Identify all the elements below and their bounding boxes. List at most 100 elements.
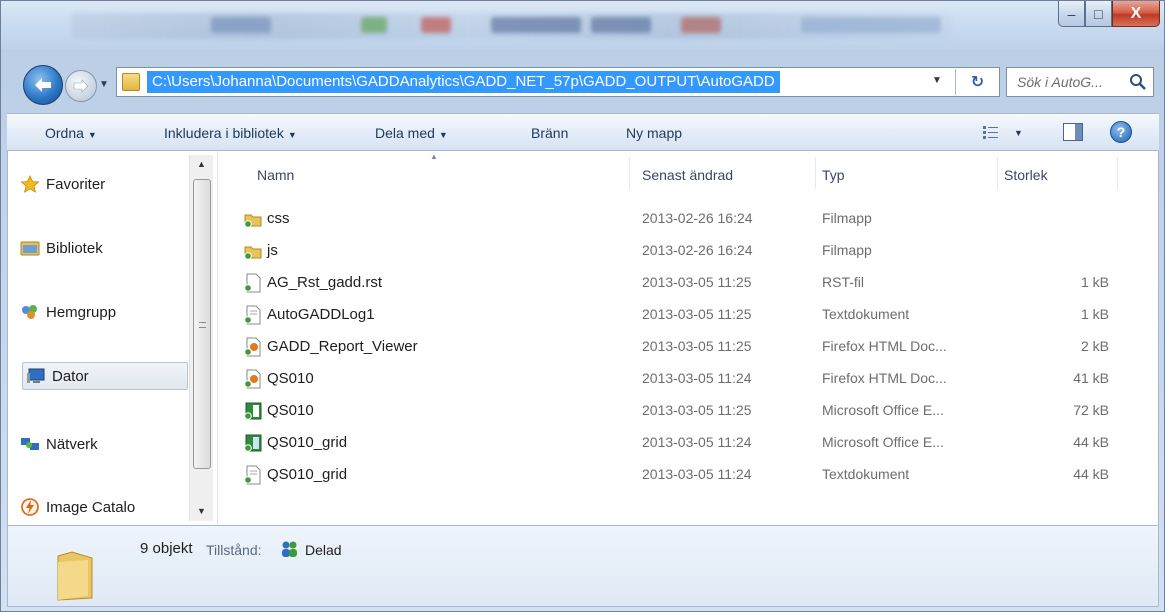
scroll-down-icon[interactable]: ▼ bbox=[192, 503, 211, 520]
file-type: RST-fil bbox=[822, 274, 864, 290]
file-type: Textdokument bbox=[822, 466, 910, 482]
file-type: Firefox HTML Doc... bbox=[822, 338, 947, 354]
file-row[interactable]: QS010 2013-03-05 11:24 Firefox HTML Doc.… bbox=[229, 363, 1129, 394]
column-divider[interactable] bbox=[1117, 157, 1118, 189]
file-type: Microsoft Office E... bbox=[822, 434, 944, 450]
close-button[interactable]: X bbox=[1112, 1, 1160, 27]
file-size: 44 kB bbox=[1073, 434, 1109, 450]
sidebar-item-image-catalog[interactable]: Image Catalo bbox=[20, 494, 135, 522]
command-bar: Ordna ▼ Inkludera i bibliotek ▼ Dela med ▼ … bbox=[7, 113, 1159, 151]
blurred-icon bbox=[591, 17, 651, 33]
forward-arrow-icon bbox=[73, 79, 89, 93]
image-catalog-icon bbox=[21, 498, 39, 516]
file-size: 1 kB bbox=[1080, 306, 1109, 322]
file-size: 44 kB bbox=[1073, 466, 1109, 482]
excel-file-icon bbox=[244, 402, 262, 420]
burn-button[interactable]: Bränn bbox=[531, 114, 568, 152]
network-icon bbox=[21, 438, 39, 450]
include-in-library-menu[interactable]: Inkludera i bibliotek ▼ bbox=[164, 114, 297, 152]
html-file-icon bbox=[244, 337, 261, 357]
file-type: Microsoft Office E... bbox=[822, 402, 944, 418]
explorer-window: – □ X ▼ C:\Users\Johanna\Documents\GADDA… bbox=[0, 0, 1165, 612]
scrollbar-thumb[interactable] bbox=[193, 179, 211, 469]
preview-pane-icon[interactable] bbox=[1063, 123, 1083, 141]
file-size bbox=[989, 203, 1109, 234]
file-modified: 2013-03-05 11:25 bbox=[642, 274, 752, 290]
sidebar-item-libraries[interactable]: Bibliotek bbox=[20, 235, 103, 263]
file-icon bbox=[244, 273, 261, 293]
file-name: css bbox=[267, 210, 290, 227]
file-modified: 2013-03-05 11:24 bbox=[642, 434, 752, 450]
column-header-type[interactable]: Typ bbox=[822, 159, 845, 191]
refresh-icon: ↻ bbox=[970, 74, 985, 91]
sidebar-scrollbar[interactable]: ▲ ▼ bbox=[189, 155, 213, 521]
address-dropdown-button[interactable]: ▼ bbox=[932, 75, 942, 86]
sidebar-item-favorites[interactable]: Favoriter bbox=[20, 171, 105, 199]
recent-pages-dropdown[interactable]: ▼ bbox=[99, 79, 109, 90]
organize-menu[interactable]: Ordna ▼ bbox=[45, 114, 97, 152]
file-type: Firefox HTML Doc... bbox=[822, 370, 947, 386]
refresh-button[interactable]: ↻ bbox=[955, 69, 999, 95]
file-modified: 2013-03-05 11:24 bbox=[642, 370, 752, 386]
file-name: QS010 bbox=[267, 402, 314, 419]
file-row[interactable]: AG_Rst_gadd.rst 2013-03-05 11:25 RST-fil… bbox=[229, 267, 1129, 298]
file-size: 2 kB bbox=[1080, 338, 1109, 354]
file-type: Filmapp bbox=[822, 210, 872, 226]
maximize-button[interactable]: □ bbox=[1085, 1, 1112, 27]
file-row[interactable]: QS010 2013-03-05 11:25 Microsoft Office … bbox=[229, 395, 1129, 426]
file-size: 1 kB bbox=[1080, 274, 1109, 290]
shared-users-icon bbox=[282, 541, 297, 557]
file-name: QS010 bbox=[267, 370, 314, 387]
chevron-down-icon: ▼ bbox=[438, 130, 448, 140]
share-with-menu[interactable]: Dela med ▼ bbox=[375, 114, 448, 152]
column-divider[interactable] bbox=[815, 157, 816, 189]
back-arrow-icon bbox=[35, 78, 51, 92]
sort-ascending-icon: ▲ bbox=[430, 152, 438, 161]
file-row[interactable]: GADD_Report_Viewer 2013-03-05 11:25 Fire… bbox=[229, 331, 1129, 362]
file-row[interactable]: AutoGADDLog1 2013-03-05 11:25 Textdokume… bbox=[229, 299, 1129, 330]
file-modified: 2013-03-05 11:24 bbox=[642, 466, 752, 482]
file-row[interactable]: QS010_grid 2013-03-05 11:24 Textdokument… bbox=[229, 459, 1129, 490]
file-row[interactable]: QS010_grid 2013-03-05 11:24 Microsoft Of… bbox=[229, 427, 1129, 458]
file-modified: 2013-03-05 11:25 bbox=[642, 338, 752, 354]
help-icon[interactable]: ? bbox=[1110, 121, 1132, 143]
column-header-modified[interactable]: Senast ändrad bbox=[642, 159, 733, 191]
forward-button[interactable] bbox=[65, 70, 97, 102]
title-bar[interactable]: – □ X bbox=[1, 1, 1164, 49]
view-options-dropdown[interactable]: ▼ bbox=[1014, 114, 1023, 152]
file-size: 41 kB bbox=[1073, 370, 1109, 386]
homegroup-icon bbox=[22, 305, 37, 319]
file-name: js bbox=[267, 242, 278, 259]
column-divider[interactable] bbox=[629, 157, 630, 189]
column-header-size[interactable]: Storlek bbox=[1004, 159, 1048, 191]
minimize-button[interactable]: – bbox=[1058, 1, 1085, 27]
view-options-icon[interactable] bbox=[982, 124, 1000, 140]
file-type: Filmapp bbox=[822, 242, 872, 258]
file-name: GADD_Report_Viewer bbox=[267, 338, 418, 355]
column-header-name[interactable]: Namn bbox=[257, 159, 294, 191]
folder-icon bbox=[244, 214, 262, 228]
sidebar-item-computer[interactable]: Dator bbox=[22, 362, 188, 390]
search-icon bbox=[1130, 74, 1146, 90]
blurred-icon bbox=[211, 17, 271, 33]
address-path[interactable]: C:\Users\Johanna\Documents\GADDAnalytics… bbox=[147, 71, 780, 93]
blurred-icon bbox=[681, 17, 721, 33]
back-button[interactable] bbox=[23, 65, 63, 105]
scrollbar-grip-icon bbox=[199, 322, 206, 328]
navigation-row: ▼ C:\Users\Johanna\Documents\GADDAnalyti… bbox=[1, 53, 1164, 109]
navigation-pane: Favoriter Bibliotek Hemgrupp Dator Nätve… bbox=[8, 151, 218, 525]
text-file-icon bbox=[244, 465, 261, 485]
scroll-up-icon[interactable]: ▲ bbox=[192, 156, 211, 173]
address-bar[interactable]: C:\Users\Johanna\Documents\GADDAnalytics… bbox=[116, 67, 1000, 97]
search-box[interactable]: Sök i AutoG... bbox=[1006, 67, 1154, 97]
blurred-icon bbox=[801, 17, 941, 33]
chevron-down-icon: ▼ bbox=[287, 130, 297, 140]
file-row[interactable]: js 2013-02-26 16:24 Filmapp bbox=[229, 235, 1129, 266]
file-row[interactable]: css 2013-02-26 16:24 Filmapp bbox=[229, 203, 1129, 234]
sidebar-item-homegroup[interactable]: Hemgrupp bbox=[20, 299, 116, 327]
column-divider[interactable] bbox=[997, 157, 998, 189]
new-folder-button[interactable]: Ny mapp bbox=[626, 114, 682, 152]
file-type: Textdokument bbox=[822, 306, 910, 322]
search-input[interactable]: Sök i AutoG... bbox=[1017, 74, 1103, 90]
sidebar-item-network[interactable]: Nätverk bbox=[20, 431, 98, 459]
